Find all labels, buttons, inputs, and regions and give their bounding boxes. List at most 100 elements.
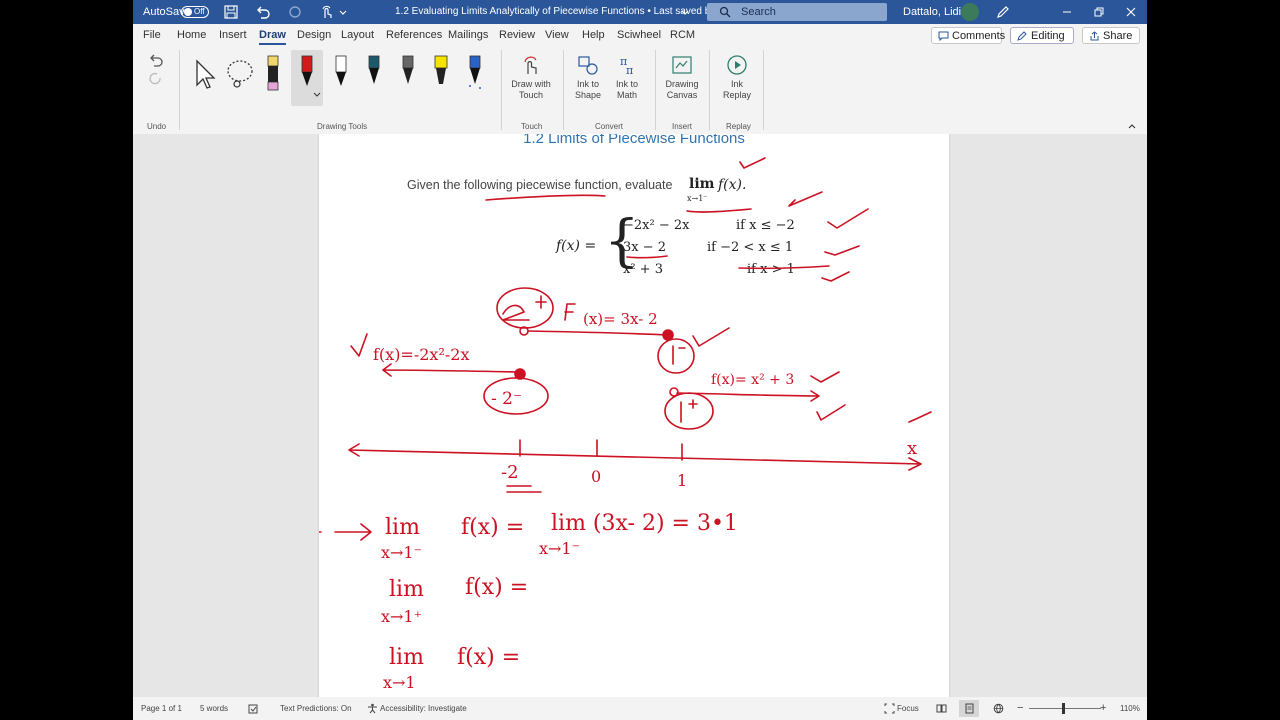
save-icon[interactable] [223, 4, 239, 20]
focus-mode[interactable]: Focus [897, 697, 919, 720]
close-icon[interactable] [1123, 4, 1139, 20]
word-window: AutoSave Off 1.2 Evaluating Limits Analy… [133, 0, 1147, 720]
eraser-icon[interactable] [265, 54, 281, 94]
autosave-state: Off [194, 7, 205, 16]
chevron-down-icon[interactable] [677, 4, 693, 20]
tab-draw[interactable]: Draw [259, 24, 286, 46]
teal-pen-icon[interactable] [366, 54, 382, 94]
svg-text:x→1: x→1 [383, 673, 416, 692]
gray-pencil-icon[interactable] [400, 54, 416, 94]
zoom-slider[interactable] [1029, 708, 1101, 709]
svg-text:x→1⁻: x→1⁻ [539, 539, 580, 558]
draw-with-touch-button[interactable]: Draw with Touch [507, 54, 555, 101]
tab-rcm[interactable]: RCM [670, 24, 695, 46]
svg-text:lim: lim [385, 515, 420, 540]
tab-file[interactable]: File [143, 24, 161, 46]
undo-icon[interactable] [255, 4, 271, 20]
lasso-select-icon[interactable] [225, 58, 257, 90]
editing-button[interactable]: Editing ⌄ [1010, 27, 1074, 58]
group-touch-label: Touch [521, 122, 543, 131]
zoom-level[interactable]: 110% [1120, 697, 1140, 720]
svg-text:f(x)= x² + 3: f(x)= x² + 3 [711, 372, 794, 388]
svg-text:lim: lim [389, 577, 424, 602]
chevron-down-icon[interactable] [313, 92, 321, 98]
focus-icon [884, 703, 895, 714]
svg-text:x→1⁻: x→1⁻ [381, 543, 422, 562]
svg-text:lim: lim [389, 645, 424, 670]
group-undo-label: Undo [147, 122, 167, 131]
ink-number-line: -2 0 1 x [348, 438, 922, 493]
tab-home[interactable]: Home [177, 24, 206, 46]
avatar[interactable] [961, 3, 979, 21]
document-area[interactable]: 1.2 Limits of Piecewise Functions Given … [133, 134, 1147, 697]
ink-to-shape-button[interactable]: Ink to Shape [569, 54, 607, 101]
text-predictions[interactable]: Text Predictions: On [280, 697, 352, 720]
zoom-out-button[interactable]: − [1017, 697, 1023, 720]
document-page[interactable]: 1.2 Limits of Piecewise Functions Given … [319, 134, 949, 697]
svg-text:0: 0 [591, 467, 601, 486]
label: Ink to [576, 79, 599, 89]
comments-button[interactable]: Comments [931, 27, 1005, 44]
share-button[interactable]: Share ⌄ [1082, 27, 1140, 58]
accessibility-status[interactable]: Accessibility: Investigate [380, 697, 467, 720]
tab-review[interactable]: Review [499, 24, 535, 46]
play-icon [727, 55, 747, 75]
zoom-in-button[interactable]: + [1100, 697, 1106, 720]
label: Shape [574, 90, 602, 100]
undo-icon[interactable] [147, 52, 165, 88]
touch-mode-icon[interactable] [319, 4, 335, 20]
user-name[interactable]: Dattalo, Lidia [903, 0, 967, 24]
group-convert-label: Convert [595, 122, 624, 131]
chevron-down-icon[interactable] [335, 4, 351, 20]
tab-help[interactable]: Help [582, 24, 605, 46]
label: Draw with [511, 79, 551, 89]
editing-label: Editing [1031, 30, 1065, 42]
svg-text:f(x)=-2x²-2x: f(x)=-2x²-2x [373, 345, 469, 364]
red-pen-icon[interactable] [299, 54, 315, 94]
collapse-ribbon-icon[interactable] [1127, 122, 1137, 130]
group-drawing-tools-label: Drawing Tools [317, 122, 368, 131]
tab-layout[interactable]: Layout [341, 24, 374, 46]
svg-text:(x)= 3x- 2: (x)= 3x- 2 [583, 310, 658, 328]
drawing-canvas-button[interactable]: Drawing Canvas [661, 54, 703, 101]
black-pen-icon[interactable] [333, 54, 349, 94]
svg-text:x: x [907, 438, 917, 459]
page-count[interactable]: Page 1 of 1 [141, 697, 182, 720]
label: Touch [518, 90, 544, 100]
ink-annotations[interactable]: (x)= 3x- 2 f(x)=-2x²-2x - 2⁻ f(x)= x² + … [319, 134, 949, 697]
drawing-canvas-icon [672, 56, 692, 74]
tab-mailings[interactable]: Mailings [448, 24, 488, 46]
search-icon [719, 6, 731, 18]
label: Ink [730, 79, 743, 89]
group-insert-label: Insert [672, 122, 693, 131]
read-mode-icon[interactable] [936, 703, 947, 714]
minimize-icon[interactable] [1059, 4, 1075, 20]
highlighter-icon[interactable] [433, 54, 449, 94]
galaxy-pen-icon[interactable] [467, 54, 483, 94]
ink-replay-button[interactable]: Ink Replay [717, 54, 757, 101]
separator [563, 50, 564, 130]
web-layout-icon[interactable] [993, 703, 1004, 714]
separator [179, 50, 180, 130]
svg-text:f(x) =: f(x) = [457, 645, 520, 670]
tab-sciwheel[interactable]: Sciwheel [617, 24, 661, 46]
zoom-slider-thumb[interactable] [1062, 703, 1065, 714]
print-layout-icon[interactable] [964, 703, 975, 714]
word-count[interactable]: 5 words [200, 697, 228, 720]
tab-insert[interactable]: Insert [219, 24, 247, 46]
search-box[interactable]: Search [707, 3, 887, 21]
svg-text:-2: -2 [501, 462, 519, 483]
select-cursor-icon[interactable] [193, 58, 217, 90]
redo-icon[interactable] [287, 4, 303, 20]
tab-references[interactable]: References [386, 24, 442, 46]
pen-icon[interactable] [995, 4, 1011, 20]
svg-text:- 2⁻: - 2⁻ [491, 389, 522, 409]
ink-to-math-button[interactable]: ππ Ink to Math [609, 54, 645, 101]
tab-view[interactable]: View [545, 24, 569, 46]
restore-icon[interactable] [1091, 4, 1107, 20]
svg-text:x→1⁺: x→1⁺ [381, 607, 422, 626]
tab-design[interactable]: Design [297, 24, 331, 46]
proofing-icon[interactable] [248, 704, 258, 714]
svg-text:1: 1 [677, 471, 687, 490]
autosave-toggle[interactable]: Off [181, 6, 209, 18]
